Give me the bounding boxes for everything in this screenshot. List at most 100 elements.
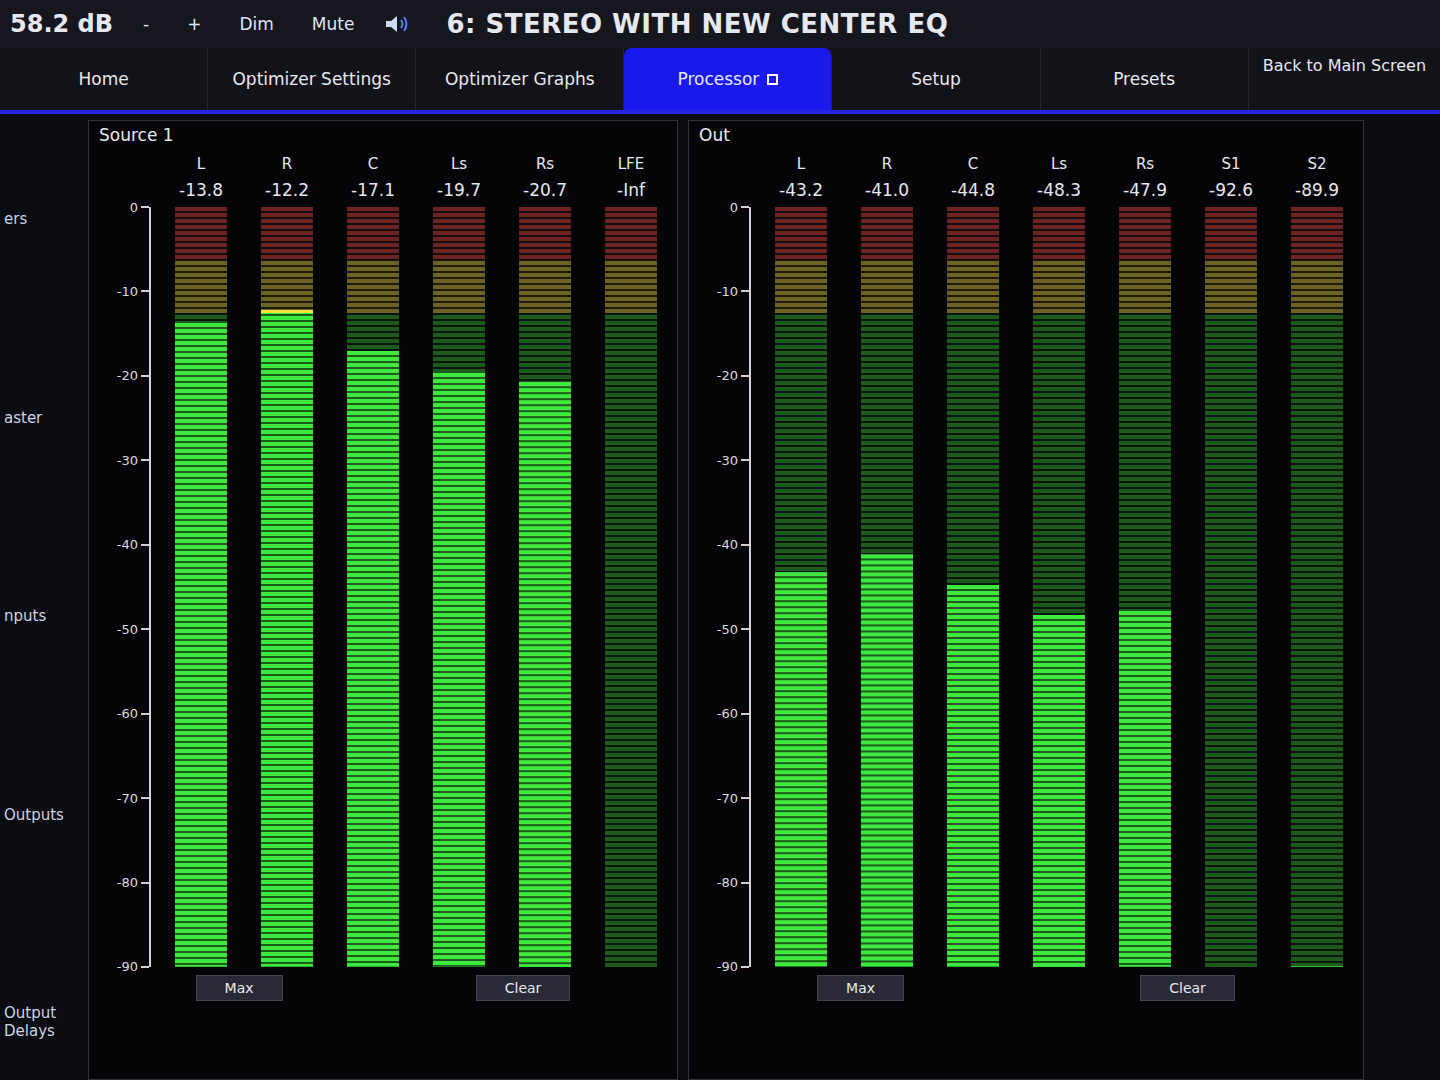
scale-tick: -90 [99, 959, 149, 975]
channel-reading: -43.2 [779, 173, 823, 207]
meter-fill [861, 554, 913, 967]
processor-screen: 58.2 dB-+DimMute6: STEREO WITH NEW CENTE… [0, 0, 1440, 1080]
channel-reading: -19.7 [437, 173, 481, 207]
scale-tick: -40 [99, 537, 149, 553]
meter-track [1033, 207, 1085, 967]
panel-button[interactable]: Max [196, 975, 283, 1001]
channel-reading: -47.9 [1123, 173, 1167, 207]
meter-panel: Source 10-10-20-30-40-50-60-70-80-90L-13… [88, 120, 678, 1080]
panel-button[interactable]: Clear [476, 975, 571, 1001]
channel-reading: -44.8 [951, 173, 995, 207]
channel-reading: -89.9 [1295, 173, 1339, 207]
channel-name: S1 [1221, 147, 1240, 173]
channel-name: C [968, 147, 978, 173]
top-bar: 58.2 dB-+DimMute6: STEREO WITH NEW CENTE… [0, 0, 1440, 48]
top-button[interactable]: - [135, 12, 157, 36]
scale-tick: -70 [99, 790, 149, 806]
scale-tick: -20 [699, 368, 749, 384]
content: ers aster nputs Outputs Output Delays Source … [0, 114, 1440, 1080]
channel-name: R [282, 147, 292, 173]
scale-tick: -90 [699, 959, 749, 975]
channel-name: S2 [1307, 147, 1326, 173]
meter-track [775, 207, 827, 967]
scale-tick: 0 [99, 199, 149, 215]
channel-reading: -41.0 [865, 173, 909, 207]
preset-title: 6: STEREO WITH NEW CENTER EQ [446, 9, 948, 39]
channel-meter: S2-89.9 [1281, 147, 1353, 967]
channel-meter: R-12.2 [251, 147, 323, 967]
tab[interactable]: Optimizer Graphs [416, 48, 624, 110]
meter-track [605, 207, 657, 967]
meter-fill [175, 323, 227, 967]
channel-meter: L-43.2 [765, 147, 837, 967]
tab[interactable]: Home [0, 48, 208, 110]
channel-meter: C-17.1 [337, 147, 409, 967]
sidebar-item[interactable]: aster [4, 409, 74, 427]
scale-tick: -30 [699, 452, 749, 468]
meter-fill [261, 310, 313, 967]
meter-track [947, 207, 999, 967]
scale-tick: -80 [699, 875, 749, 891]
tab[interactable]: Setup [832, 48, 1040, 110]
top-button[interactable]: Dim [231, 12, 281, 36]
tab-bar: HomeOptimizer SettingsOptimizer GraphsPr… [0, 48, 1440, 114]
back-link[interactable]: Back to Main Screen [1249, 48, 1440, 83]
scale-tick: -10 [699, 283, 749, 299]
scale-tick: -50 [99, 621, 149, 637]
channel-name: Rs [536, 147, 554, 173]
sidebar: ers aster nputs Outputs Output Delays [0, 120, 78, 1080]
tab[interactable]: Optimizer Settings [208, 48, 416, 110]
channel-reading: -Inf [617, 173, 645, 207]
scale: 0-10-20-30-40-50-60-70-80-90 [699, 207, 751, 967]
meter-panel: Out0-10-20-30-40-50-60-70-80-90L-43.2R-4… [688, 120, 1364, 1080]
panel-button[interactable]: Clear [1140, 975, 1235, 1001]
scale-tick: -30 [99, 452, 149, 468]
scale-tick: -10 [99, 283, 149, 299]
scale-tick: -40 [699, 537, 749, 553]
meter-fill [433, 373, 485, 967]
sidebar-item[interactable]: Output Delays [4, 1004, 74, 1040]
channel-meter: Rs-20.7 [509, 147, 581, 967]
scale-tick: -60 [699, 706, 749, 722]
sidebar-item[interactable]: Outputs [4, 806, 74, 824]
meter-fill [947, 585, 999, 967]
channel-reading: -12.2 [265, 173, 309, 207]
meter-fill [1291, 966, 1343, 967]
meter-fill [775, 572, 827, 967]
tab[interactable]: Processor [624, 48, 832, 110]
meter-track [861, 207, 913, 967]
meter-track [347, 207, 399, 967]
meter-track [1205, 207, 1257, 967]
channel-name: LFE [618, 147, 644, 173]
panel-button[interactable]: Max [817, 975, 904, 1001]
channel-reading: -48.3 [1037, 173, 1081, 207]
tab[interactable]: Presets [1041, 48, 1249, 110]
scale-tick: -80 [99, 875, 149, 891]
top-button[interactable]: Mute [304, 12, 363, 36]
meter-track [519, 207, 571, 967]
top-button[interactable]: + [179, 12, 209, 36]
channel-meter: L-13.8 [165, 147, 237, 967]
channel-name: Rs [1136, 147, 1154, 173]
sidebar-item[interactable]: nputs [4, 607, 74, 625]
channel-name: Ls [451, 147, 467, 173]
scale-tick: 0 [699, 199, 749, 215]
channel-reading: -20.7 [523, 173, 567, 207]
panel-title: Source 1 [99, 125, 667, 147]
channel-reading: -13.8 [179, 173, 223, 207]
sidebar-item[interactable]: ers [4, 210, 74, 228]
channel-reading: -17.1 [351, 173, 395, 207]
channel-meter: Ls-19.7 [423, 147, 495, 967]
speaker-icon[interactable] [384, 13, 412, 35]
meter-track [261, 207, 313, 967]
scale: 0-10-20-30-40-50-60-70-80-90 [99, 207, 151, 967]
channel-meter: Ls-48.3 [1023, 147, 1095, 967]
scale-tick: -20 [99, 368, 149, 384]
meter-track [175, 207, 227, 967]
channel-name: C [368, 147, 378, 173]
channel-meter: S1-92.6 [1195, 147, 1267, 967]
meter-track [1291, 207, 1343, 967]
channel-name: L [197, 147, 205, 173]
channel-reading: -92.6 [1209, 173, 1253, 207]
panel-title: Out [699, 125, 1353, 147]
